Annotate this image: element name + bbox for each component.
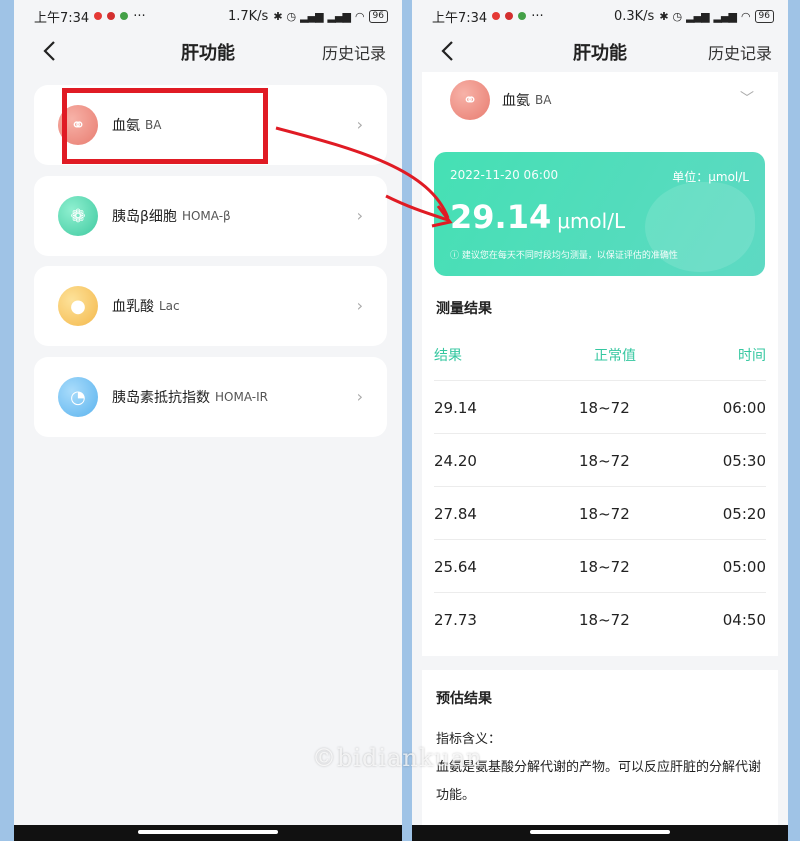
chevron-right-icon: ›	[356, 115, 363, 134]
app-notification-icon	[505, 12, 514, 20]
watermark: ©bidiankuan	[312, 744, 483, 772]
cell-time: 05:30	[722, 452, 766, 470]
nav-bar: 肝功能 历史记录	[412, 32, 788, 72]
table-header: 结果 正常值 时间	[434, 345, 766, 367]
history-button[interactable]: 历史记录	[708, 40, 772, 64]
value-unit: μmol/L	[557, 209, 626, 233]
alarm-icon: ◷	[286, 9, 297, 23]
cell-time: 04:50	[722, 611, 766, 629]
network-speed: 1.7K/s	[227, 8, 269, 24]
cell-normal: 18~72	[579, 558, 630, 576]
chevron-right-icon: ›	[356, 296, 363, 315]
cell-time: 05:00	[722, 558, 766, 576]
meaning-text: 血氨是氨基酸分解代谢的产物。可以反应肝脏的分解代谢功能。	[436, 760, 762, 803]
signal-icon: ▂▄▆	[327, 9, 351, 23]
cell-normal: 18~72	[579, 505, 630, 523]
measurement-date: 2022-11-20 06:00	[450, 168, 559, 182]
signal-icon: ▂▄▆	[713, 9, 737, 23]
header-normal: 正常值	[594, 348, 636, 364]
chevron-right-icon: ›	[356, 206, 363, 225]
network-speed: 0.3K/s	[613, 8, 655, 24]
list-item-homa-ir[interactable]: ◔ 胰岛素抵抗指数 HOMA-IR ›	[34, 357, 387, 437]
value-number: 29.14	[450, 198, 552, 236]
app-notification-icon	[107, 12, 116, 20]
right-screen: 上午7:34 ··· 0.3K/s ✱ ◷ ▂▄▆ ▂▄▆ ◠ 96 肝功能 历…	[412, 0, 788, 841]
drop-icon: ●	[58, 286, 98, 326]
page-title: 肝功能	[181, 43, 235, 64]
highlight-box	[62, 88, 268, 164]
cell-normal: 18~72	[579, 452, 630, 470]
wifi-icon: ◠	[354, 9, 365, 23]
bluetooth-icon: ✱	[659, 9, 668, 23]
table-row: 27.73 18~72 04:50	[434, 592, 766, 645]
back-icon[interactable]	[36, 36, 66, 66]
cell-result: 29.14	[434, 399, 477, 417]
alarm-icon: ◷	[672, 9, 683, 23]
table-row: 27.84 18~72 05:20	[434, 486, 766, 539]
status-bar: 上午7:34 ··· 1.7K/s ✱ ◷ ▂▄▆ ▂▄▆ ◠ 96	[14, 0, 402, 32]
page-title: 肝功能	[573, 43, 627, 64]
status-time: 上午7:34	[432, 10, 488, 26]
more-icon: ···	[531, 8, 544, 24]
section-divider	[412, 656, 788, 670]
app-notification-icon	[120, 12, 129, 20]
cell-result: 27.84	[434, 505, 477, 523]
selector-abbr: BA	[535, 93, 552, 107]
wifi-icon: ◠	[740, 9, 751, 23]
signal-icon: ▂▄▆	[300, 9, 323, 23]
signal-icon: ▂▄▆	[686, 9, 709, 23]
battery-icon: 96	[754, 9, 774, 23]
app-notification-icon	[492, 12, 501, 20]
molecule-icon: ⚭	[450, 80, 490, 120]
item-abbr: Lac	[159, 299, 180, 313]
indicator-selector[interactable]: ⚭ 血氨 BA	[450, 80, 551, 120]
item-name: 胰岛β细胞	[112, 209, 177, 225]
cell-icon: ❁	[58, 196, 98, 236]
cell-normal: 18~72	[579, 611, 630, 629]
home-indicator	[14, 825, 402, 841]
measurement-banner: 2022-11-20 06:00 单位：μmol/L 29.14 μmol/L ⓘ…	[434, 152, 765, 276]
header-result: 结果	[434, 348, 462, 364]
result-section-title: 测量结果	[434, 298, 494, 320]
item-name: 血乳酸	[112, 299, 154, 315]
measurement-value: 29.14 μmol/L	[450, 198, 625, 236]
table-row: 25.64 18~72 05:00	[434, 539, 766, 592]
selector-name: 血氨	[502, 93, 530, 109]
nav-bar: 肝功能 历史记录	[14, 32, 402, 72]
home-indicator	[412, 825, 788, 841]
item-abbr: HOMA-IR	[215, 390, 268, 404]
status-time: 上午7:34	[34, 10, 90, 26]
list-item-homa-beta[interactable]: ❁ 胰岛β细胞 HOMA-β ›	[34, 176, 387, 256]
cell-time: 05:20	[722, 505, 766, 523]
item-abbr: HOMA-β	[181, 209, 231, 223]
tip-text: ⓘ 建议您在每天不同时段均匀测量，以保证评估的准确性	[450, 251, 678, 261]
app-notification-icon	[94, 12, 103, 20]
battery-icon: 96	[368, 9, 388, 23]
back-icon[interactable]	[434, 36, 464, 66]
chevron-down-icon[interactable]: ﹀	[740, 88, 754, 108]
item-name: 胰岛素抵抗指数	[112, 390, 210, 406]
app-notification-icon	[518, 12, 527, 20]
gauge-icon: ◔	[58, 377, 98, 417]
chevron-right-icon: ›	[356, 387, 363, 406]
left-screen: 上午7:34 ··· 1.7K/s ✱ ◷ ▂▄▆ ▂▄▆ ◠ 96 肝功能 历…	[14, 0, 402, 841]
bluetooth-icon: ✱	[273, 9, 282, 23]
table-row: 29.14 18~72 06:00	[434, 380, 766, 433]
cell-result: 27.73	[434, 611, 477, 629]
unit-label: 单位：μmol/L	[672, 170, 749, 184]
cell-time: 06:00	[722, 399, 766, 417]
cell-result: 25.64	[434, 558, 477, 576]
cell-normal: 18~72	[579, 399, 630, 417]
history-button[interactable]: 历史记录	[322, 40, 386, 64]
table-row: 24.20 18~72 05:30	[434, 433, 766, 486]
status-bar: 上午7:34 ··· 0.3K/s ✱ ◷ ▂▄▆ ▂▄▆ ◠ 96	[412, 0, 788, 32]
cell-result: 24.20	[434, 452, 477, 470]
more-icon: ···	[133, 8, 146, 24]
header-time: 时间	[738, 348, 766, 364]
list-item-lac[interactable]: ● 血乳酸 Lac ›	[34, 266, 387, 346]
tip-content: 建议您在每天不同时段均匀测量，以保证评估的准确性	[461, 251, 678, 261]
estimate-section-title: 预估结果	[434, 688, 494, 710]
